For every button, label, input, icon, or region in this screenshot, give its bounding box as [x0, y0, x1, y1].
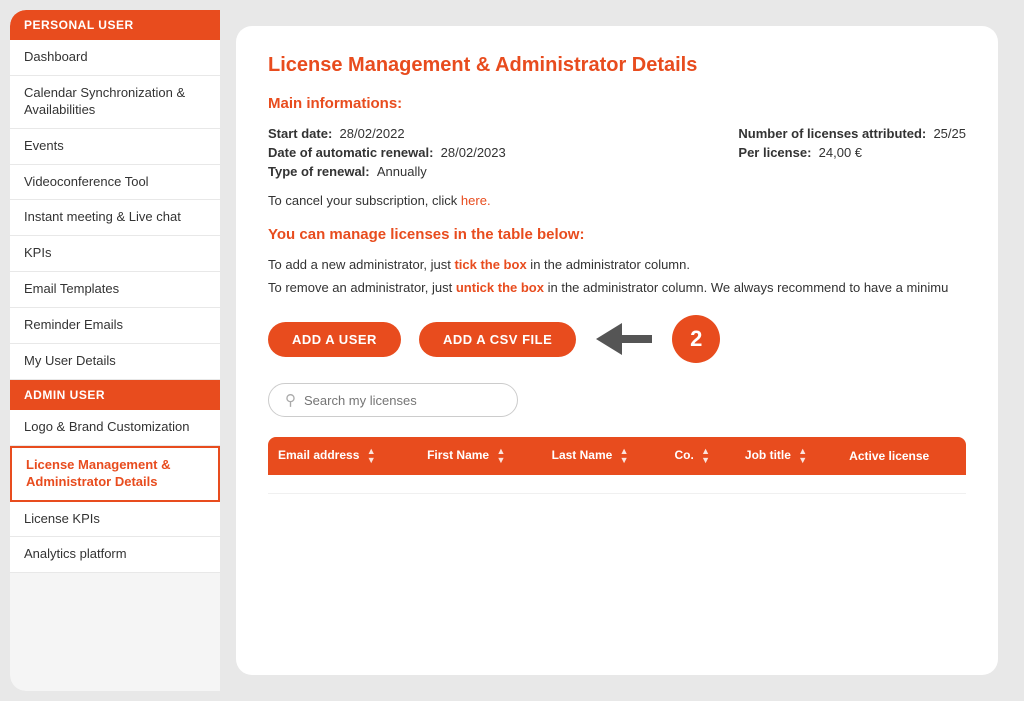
- add-admin-text: To add a new administrator, just tick th…: [268, 257, 966, 272]
- sort-icon-firstname: ▲▼: [496, 447, 505, 465]
- badge-number: 2: [672, 315, 720, 363]
- sidebar-item-instant-meeting[interactable]: Instant meeting & Live chat: [10, 200, 220, 236]
- per-license-label: Per license:: [738, 145, 811, 160]
- licenses-table-wrapper: Email address ▲▼ First Name ▲▼ Last Name…: [268, 437, 966, 659]
- th-job-title[interactable]: Job title ▲▼: [735, 437, 839, 475]
- sidebar-item-license-management[interactable]: License Management & Administrator Detai…: [10, 446, 220, 502]
- table-row: [268, 475, 966, 494]
- sidebar: PERSONAL USER Dashboard Calendar Synchro…: [10, 10, 220, 691]
- cell-active: [839, 475, 966, 494]
- untick-box-highlight: untick the box: [456, 280, 544, 295]
- type-renewal-row: Type of renewal: Annually: [268, 164, 506, 179]
- actions-row: ADD A USER ADD A CSV FILE 2: [268, 315, 966, 363]
- renewal-date-label: Date of automatic renewal:: [268, 145, 433, 160]
- start-date-value: 28/02/2022: [340, 126, 405, 141]
- type-renewal-value: Annually: [377, 164, 427, 179]
- cell-firstname: [417, 475, 542, 494]
- app-container: PERSONAL USER Dashboard Calendar Synchro…: [10, 10, 1014, 691]
- num-licenses-value: 25/25: [933, 126, 966, 141]
- sidebar-item-my-user-details[interactable]: My User Details: [10, 344, 220, 380]
- manage-section: You can manage licenses in the table bel…: [268, 226, 966, 303]
- sidebar-item-kpis[interactable]: KPIs: [10, 236, 220, 272]
- remove-admin-text: To remove an administrator, just untick …: [268, 280, 966, 295]
- th-email[interactable]: Email address ▲▼: [268, 437, 417, 475]
- sidebar-section-admin: ADMIN USER: [10, 380, 220, 410]
- info-right: Number of licenses attributed: 25/25 Per…: [738, 126, 966, 179]
- content-card: License Management & Administrator Detai…: [236, 26, 998, 675]
- sidebar-section-personal: PERSONAL USER: [10, 10, 220, 40]
- main-info-subtitle: Main informations:: [268, 95, 966, 112]
- search-box[interactable]: ⚲: [268, 383, 518, 417]
- sidebar-item-dashboard[interactable]: Dashboard: [10, 40, 220, 76]
- renewal-date-row: Date of automatic renewal: 28/02/2023: [268, 145, 506, 160]
- add-csv-button[interactable]: ADD A CSV FILE: [419, 322, 576, 357]
- per-license-row: Per license: 24,00 €: [738, 145, 966, 160]
- sidebar-item-logo-brand[interactable]: Logo & Brand Customization: [10, 410, 220, 446]
- cell-jobtitle: [735, 475, 839, 494]
- arrow-left-icon: [594, 319, 654, 359]
- cell-company: [664, 475, 734, 494]
- search-input[interactable]: [304, 393, 501, 408]
- manage-subtitle: You can manage licenses in the table bel…: [268, 226, 966, 243]
- sidebar-item-analytics[interactable]: Analytics platform: [10, 537, 220, 573]
- th-first-name[interactable]: First Name ▲▼: [417, 437, 542, 475]
- th-company[interactable]: Co. ▲▼: [664, 437, 734, 475]
- sidebar-item-reminder-emails[interactable]: Reminder Emails: [10, 308, 220, 344]
- sort-icon-email: ▲▼: [367, 447, 376, 465]
- licenses-table: Email address ▲▼ First Name ▲▼ Last Name…: [268, 437, 966, 494]
- sort-icon-lastname: ▲▼: [620, 447, 629, 465]
- per-license-value: 24,00 €: [819, 145, 862, 160]
- cell-email: [268, 475, 417, 494]
- num-licenses-label: Number of licenses attributed:: [738, 126, 926, 141]
- sidebar-item-calendar[interactable]: Calendar Synchronization & Availabilitie…: [10, 76, 220, 129]
- sidebar-item-videoconference[interactable]: Videoconference Tool: [10, 165, 220, 201]
- sidebar-item-events[interactable]: Events: [10, 129, 220, 165]
- renewal-date-value: 28/02/2023: [441, 145, 506, 160]
- sort-icon-jobtitle: ▲▼: [798, 447, 807, 465]
- info-left: Start date: 28/02/2022 Date of automatic…: [268, 126, 506, 179]
- sort-icon-company: ▲▼: [701, 447, 710, 465]
- cancel-link[interactable]: here.: [461, 193, 491, 208]
- page-title: License Management & Administrator Detai…: [268, 54, 966, 77]
- cell-lastname: [542, 475, 665, 494]
- sidebar-item-license-kpis[interactable]: License KPIs: [10, 502, 220, 538]
- type-renewal-label: Type of renewal:: [268, 164, 370, 179]
- tick-box-highlight: tick the box: [454, 257, 526, 272]
- cancel-text: To cancel your subscription, click here.: [268, 193, 966, 208]
- num-licenses-row: Number of licenses attributed: 25/25: [738, 126, 966, 141]
- table-header-row: Email address ▲▼ First Name ▲▼ Last Name…: [268, 437, 966, 475]
- th-active-license[interactable]: Active license: [839, 437, 966, 475]
- th-last-name[interactable]: Last Name ▲▼: [542, 437, 665, 475]
- start-date-label: Start date:: [268, 126, 332, 141]
- add-user-button[interactable]: ADD A USER: [268, 322, 401, 357]
- search-icon: ⚲: [285, 391, 296, 409]
- sidebar-item-email-templates[interactable]: Email Templates: [10, 272, 220, 308]
- start-date-row: Start date: 28/02/2022: [268, 126, 506, 141]
- info-grid: Start date: 28/02/2022 Date of automatic…: [268, 126, 966, 179]
- main-area: License Management & Administrator Detai…: [220, 10, 1014, 691]
